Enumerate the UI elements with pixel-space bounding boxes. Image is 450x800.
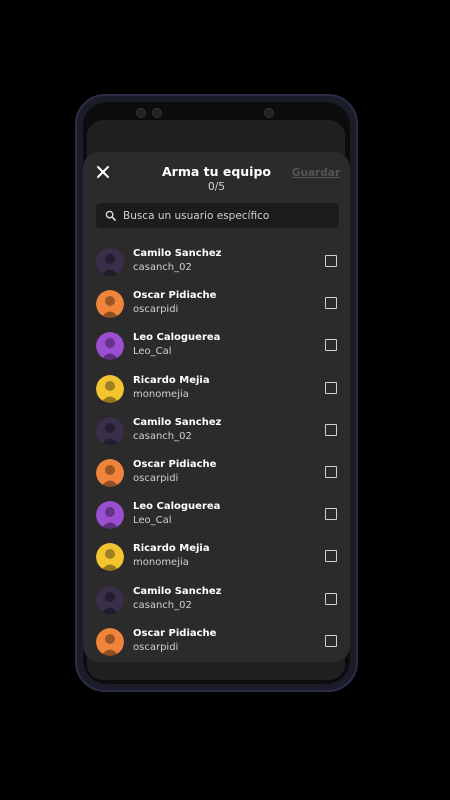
user-name: Oscar Pidiache [133, 290, 217, 302]
user-handle: Leo_Cal [133, 515, 172, 527]
avatar [96, 627, 124, 656]
search-icon [105, 210, 116, 221]
list-item[interactable]: Ricardo Mejia monomejia [83, 536, 350, 578]
user-name: Camilo Sanchez [133, 585, 222, 597]
user-name: Oscar Pidiache [133, 627, 217, 639]
select-checkbox[interactable] [325, 423, 337, 436]
user-handle: oscarpidi [133, 473, 179, 484]
user-name: Camilo Sanchez [133, 416, 222, 428]
search-bar[interactable] [96, 203, 339, 228]
sheet-header: Arma tu equipo 0/5 Guardar [83, 152, 350, 198]
list-item[interactable]: Oscar Pidiache oscarpidi [83, 452, 350, 494]
list-item[interactable]: Leo Caloguerea Leo_Cal [83, 325, 350, 367]
list-item[interactable]: Leo Caloguerea Leo_Cal [83, 494, 350, 536]
save-button[interactable]: Guardar [292, 167, 340, 179]
avatar [96, 290, 124, 319]
select-checkbox[interactable] [325, 466, 337, 478]
select-checkbox[interactable] [325, 339, 337, 352]
user-handle: casanch_02 [133, 599, 192, 611]
user-name: Ricardo Mejia [133, 543, 210, 555]
list-item[interactable]: Ricardo Mejia monomejia [83, 368, 350, 410]
select-checkbox[interactable] [325, 508, 337, 521]
selection-counter: 0/5 [208, 181, 225, 193]
user-handle: casanch_02 [133, 430, 192, 442]
avatar [96, 543, 124, 572]
list-item[interactable]: Camilo Sanchez casanch_02 [83, 410, 350, 452]
user-name: Oscar Pidiache [133, 459, 217, 470]
user-handle: oscarpidi [133, 641, 179, 653]
user-handle: Leo_Cal [133, 346, 172, 358]
team-builder-sheet: Arma tu equipo 0/5 Guardar Camilo Sanche… [83, 152, 350, 662]
avatar [96, 374, 124, 403]
user-name: Leo Caloguerea [133, 332, 221, 344]
select-checkbox[interactable] [325, 592, 337, 605]
avatar [96, 585, 124, 614]
user-handle: oscarpidi [133, 304, 179, 316]
user-name: Leo Caloguerea [133, 501, 221, 513]
user-handle: monomejia [133, 557, 189, 569]
select-checkbox[interactable] [325, 550, 337, 563]
list-item[interactable]: Camilo Sanchez casanch_02 [83, 579, 350, 621]
select-checkbox[interactable] [325, 255, 337, 267]
user-name: Ricardo Mejia [133, 374, 210, 386]
avatar [96, 332, 124, 361]
avatar [96, 459, 124, 487]
avatar [96, 501, 124, 530]
search-input[interactable] [123, 203, 333, 228]
select-checkbox[interactable] [325, 297, 337, 310]
list-item[interactable]: Oscar Pidiache oscarpidi [83, 283, 350, 325]
list-item[interactable]: Oscar Pidiache oscarpidi [83, 621, 350, 662]
avatar [96, 416, 124, 445]
avatar [96, 248, 124, 276]
list-item[interactable]: Camilo Sanchez casanch_02 [83, 241, 350, 283]
user-name: Camilo Sanchez [133, 248, 222, 259]
select-checkbox[interactable] [325, 634, 337, 647]
select-checkbox[interactable] [325, 381, 337, 394]
user-handle: casanch_02 [133, 262, 192, 273]
user-handle: monomejia [133, 388, 189, 400]
